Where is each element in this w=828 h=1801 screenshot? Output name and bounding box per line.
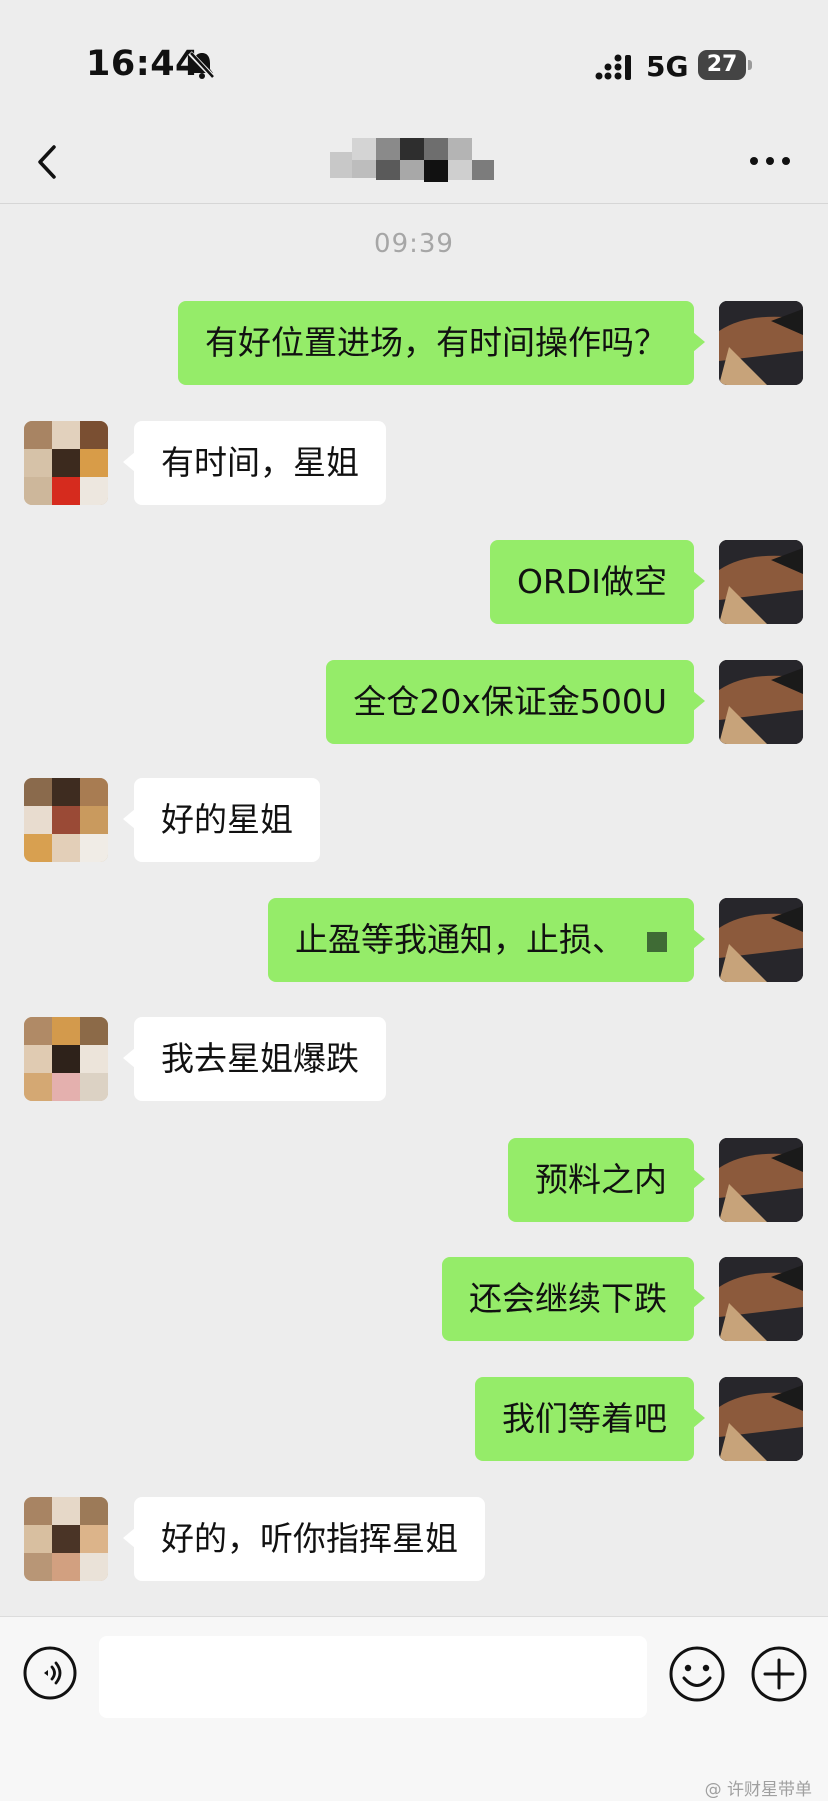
status-bar: 16:44 5G 27 <box>0 0 828 125</box>
message-bubble-outgoing[interactable]: 全仓20x保证金500U <box>326 660 705 744</box>
emoji-icon[interactable] <box>668 1645 726 1703</box>
more-dots-icon[interactable] <box>748 153 792 169</box>
message-bubble-outgoing[interactable]: 我们等着吧 <box>475 1377 705 1461</box>
my-avatar[interactable] <box>719 1257 803 1341</box>
message-text: 我们等着吧 <box>502 1399 667 1438</box>
my-avatar[interactable] <box>719 301 803 385</box>
message-text: 全仓20x保证金500U <box>353 682 667 721</box>
message-text: 止盈等我通知，止损、 <box>295 920 625 959</box>
my-avatar[interactable] <box>719 660 803 744</box>
message-text: 我去星姐爆跌 <box>161 1039 359 1078</box>
message-bubble-incoming[interactable]: 有时间，星姐 <box>123 421 386 505</box>
status-time: 16:44 <box>86 44 200 84</box>
signal-icon <box>595 54 631 80</box>
voice-icon[interactable] <box>22 1645 78 1701</box>
message-text: 预料之内 <box>535 1160 667 1199</box>
bell-off-icon <box>188 51 216 80</box>
plus-icon[interactable] <box>750 1645 808 1703</box>
message-bubble-outgoing[interactable]: 还会继续下跌 <box>442 1257 705 1341</box>
battery-level: 27 <box>698 50 746 80</box>
message-text: 好的星姐 <box>161 800 293 839</box>
message-row: 预料之内 <box>0 1138 828 1226</box>
message-row: 有好位置进场，有时间操作吗？ <box>0 301 828 389</box>
message-row: 有时间，星姐 <box>0 421 828 509</box>
message-text: 有时间，星姐 <box>161 443 359 482</box>
message-bubble-outgoing[interactable]: ORDI做空 <box>489 540 706 624</box>
redaction-square <box>647 932 667 952</box>
battery-icon: 27 <box>698 50 752 80</box>
contact-avatar[interactable] <box>24 1017 108 1101</box>
contact-name-pixelated <box>330 138 500 188</box>
message-text: 还会继续下跌 <box>469 1279 667 1318</box>
message-bubble-outgoing[interactable]: 止盈等我通知，止损、 <box>268 898 705 982</box>
contact-avatar[interactable] <box>24 1497 108 1581</box>
message-row: 止盈等我通知，止损、 <box>0 898 828 986</box>
message-text: 好的，听你指挥星姐 <box>161 1519 458 1558</box>
message-row: 还会继续下跌 <box>0 1257 828 1345</box>
message-bubble-outgoing[interactable]: 有好位置进场，有时间操作吗？ <box>178 301 705 385</box>
message-bubble-outgoing[interactable]: 预料之内 <box>508 1138 705 1222</box>
message-text: ORDI做空 <box>516 562 667 601</box>
network-label: 5G <box>646 50 689 83</box>
chat-timestamp: 09:39 <box>374 229 454 259</box>
message-row: 我去星姐爆跌 <box>0 1017 828 1105</box>
message-row: 全仓20x保证金500U <box>0 660 828 748</box>
message-row: ORDI做空 <box>0 540 828 628</box>
message-row: 好的，听你指挥星姐 <box>0 1497 828 1585</box>
my-avatar[interactable] <box>719 1138 803 1222</box>
watermark: @ 许财星带单 <box>704 1780 812 1800</box>
message-row: 我们等着吧 <box>0 1377 828 1465</box>
message-bubble-incoming[interactable]: 好的星姐 <box>123 778 320 862</box>
chat-screen: 16:44 5G 27 09:39 有好位置进场，有时间操作吗？ 有时间，星姐 … <box>0 0 828 1801</box>
message-row: 好的星姐 <box>0 778 828 866</box>
chevron-left-icon[interactable] <box>30 137 70 187</box>
battery-tip <box>748 60 752 70</box>
message-text: 有好位置进场，有时间操作吗？ <box>205 323 667 362</box>
contact-avatar[interactable] <box>24 421 108 505</box>
my-avatar[interactable] <box>719 898 803 982</box>
nav-bar <box>0 125 828 204</box>
message-input[interactable] <box>99 1636 647 1718</box>
my-avatar[interactable] <box>719 540 803 624</box>
my-avatar[interactable] <box>719 1377 803 1461</box>
input-bar: @ 许财星带单 <box>0 1616 828 1801</box>
message-bubble-incoming[interactable]: 我去星姐爆跌 <box>123 1017 386 1101</box>
contact-avatar[interactable] <box>24 778 108 862</box>
message-bubble-incoming[interactable]: 好的，听你指挥星姐 <box>123 1497 485 1581</box>
